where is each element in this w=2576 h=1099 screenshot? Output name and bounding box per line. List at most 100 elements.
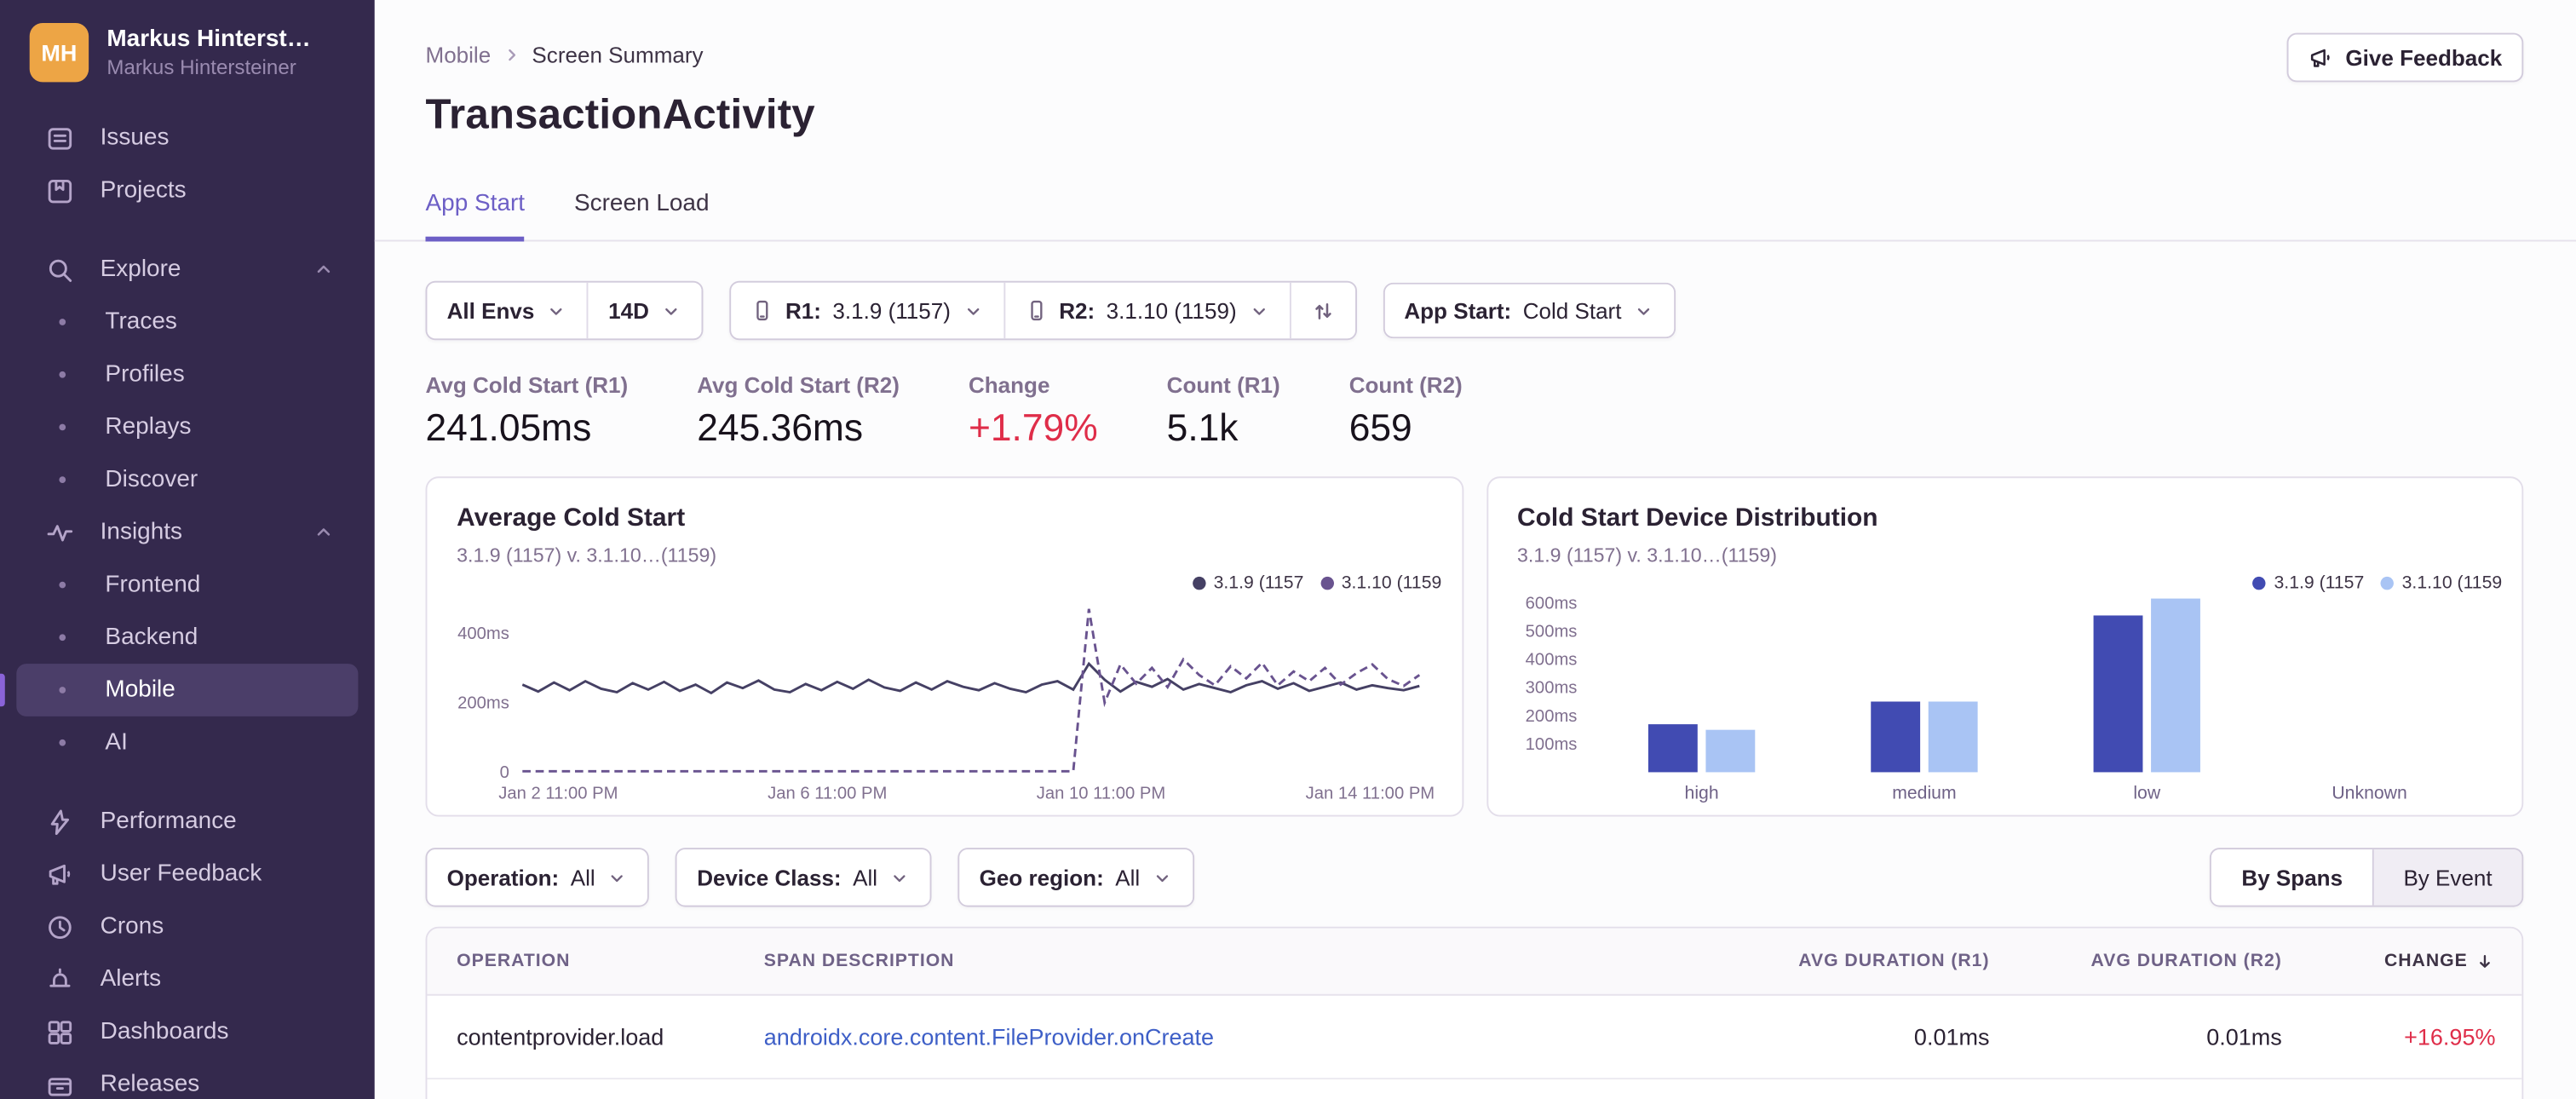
- breadcrumb-mobile[interactable]: Mobile: [425, 43, 491, 67]
- sidebar-section-insights[interactable]: Insights: [16, 506, 358, 559]
- sidebar-item-ai[interactable]: AI: [16, 716, 358, 769]
- main-content: Mobile Screen Summary Give Feedback Tran…: [374, 0, 2576, 1099]
- sidebar-item-label: Releases: [100, 1071, 200, 1098]
- column-header-operation[interactable]: OPERATION: [427, 952, 763, 971]
- svg-text:200ms: 200ms: [457, 694, 509, 713]
- svg-text:low: low: [2132, 783, 2160, 803]
- swap-arrows-icon: [1310, 298, 1335, 323]
- sidebar-item-profiles[interactable]: Profiles: [16, 348, 358, 401]
- operation-filter-label: Operation:: [446, 865, 560, 890]
- chevron-down-icon: [607, 866, 628, 888]
- stat-value: 5.1k: [1166, 406, 1239, 449]
- sidebar-item-projects[interactable]: Projects: [16, 164, 358, 217]
- column-header-avg-duration-r1[interactable]: AVG DURATION (R1): [1677, 952, 1989, 971]
- chevron-down-icon: [1152, 866, 1173, 888]
- stat-count-r2: Count (R2) 659: [1349, 373, 1463, 451]
- swap-releases-button[interactable]: [1289, 282, 1355, 339]
- user-name: Markus Hinterst…: [106, 26, 311, 53]
- line-chart: 0 200ms 400ms Jan 2 11:00 PM Jan 6 11:00 PM J…: [457, 608, 1435, 803]
- sidebar-item-backend[interactable]: Backend: [16, 611, 358, 664]
- chart-subtitle: 3.1.9 (1157) v. 3.1.10…(1159): [1517, 544, 1777, 567]
- megaphone-icon: [2308, 45, 2332, 70]
- stats-row: Avg Cold Start (R1) 241.05ms Avg Cold St…: [425, 373, 2523, 451]
- column-header-change-label: CHANGE: [2383, 951, 2468, 971]
- clock-icon: [44, 912, 74, 941]
- sidebar-item-performance[interactable]: Performance: [16, 795, 358, 848]
- device-class-filter-label: Device Class:: [697, 865, 842, 890]
- spans-table: OPERATION SPAN DESCRIPTION AVG DURATION …: [425, 926, 2524, 1099]
- table-row[interactable]: [427, 1078, 2522, 1099]
- release1-label: R1:: [785, 298, 821, 323]
- tab-screen-load[interactable]: Screen Load: [574, 191, 710, 240]
- environment-filter[interactable]: All Envs: [427, 282, 588, 339]
- sidebar-item-user-feedback[interactable]: User Feedback: [16, 848, 358, 900]
- bullet-dot: [59, 634, 66, 642]
- sidebar-item-label: Crons: [100, 913, 164, 941]
- cell-operation: contentprovider.load: [457, 1023, 664, 1050]
- org-name: Markus Hintersteiner: [106, 55, 296, 79]
- sidebar-item-releases[interactable]: Releases: [16, 1058, 358, 1099]
- stat-value: 245.36ms: [697, 406, 864, 449]
- bullet-dot: [59, 476, 66, 483]
- table-row[interactable]: contentprovider.load androidx.core.conte…: [427, 996, 2521, 1078]
- sidebar-item-frontend[interactable]: Frontend: [16, 559, 358, 612]
- stat-value: +1.79%: [968, 406, 1098, 449]
- date-range-filter[interactable]: 14D: [587, 282, 702, 339]
- org-switcher[interactable]: MH Markus Hinterst… Markus Hintersteiner: [0, 0, 375, 102]
- release2-selector[interactable]: R2: 3.1.10 (1159): [1003, 282, 1290, 339]
- svg-text:300ms: 300ms: [1525, 679, 1577, 698]
- performance-icon: [44, 807, 74, 837]
- bullet-dot: [59, 687, 66, 693]
- cell-span-description-link[interactable]: androidx.core.content.FileProvider.onCre…: [764, 1023, 1677, 1050]
- sidebar-item-label: Profiles: [105, 361, 185, 388]
- chevron-down-icon: [1633, 300, 1654, 321]
- app-start-type-filter[interactable]: App Start: Cold Start: [1383, 282, 1676, 339]
- svg-text:100ms: 100ms: [1525, 735, 1577, 754]
- sidebar-item-replays[interactable]: Replays: [16, 401, 358, 454]
- sidebar-item-dashboards[interactable]: Dashboards: [16, 1005, 358, 1058]
- column-header-change[interactable]: CHANGE: [2282, 951, 2522, 972]
- sidebar-item-mobile[interactable]: Mobile: [0, 664, 359, 716]
- sidebar-item-crons[interactable]: Crons: [16, 900, 358, 953]
- sidebar-item-label: Replays: [105, 413, 192, 440]
- mobile-phone-icon: [1025, 299, 1048, 322]
- view-toggle-by-spans[interactable]: By Spans: [2211, 849, 2374, 906]
- give-feedback-button[interactable]: Give Feedback: [2286, 32, 2524, 83]
- tab-app-start[interactable]: App Start: [425, 191, 526, 242]
- sidebar-item-label: Traces: [105, 308, 177, 336]
- svg-text:400ms: 400ms: [457, 624, 509, 643]
- device-class-filter[interactable]: Device Class: All: [677, 849, 930, 906]
- bar-chart: 100ms 200ms 300ms 400ms 500ms 600ms high medium…: [1525, 594, 2406, 803]
- sort-descending-icon: [2474, 951, 2495, 972]
- sidebar: MH Markus Hinterst… Markus Hintersteiner…: [0, 0, 375, 1099]
- sidebar-item-issues[interactable]: Issues: [16, 112, 358, 164]
- column-header-span-description[interactable]: SPAN DESCRIPTION: [764, 952, 1677, 971]
- chart-subtitle: 3.1.9 (1157) v. 3.1.10…(1159): [457, 544, 717, 567]
- release1-selector[interactable]: R1: 3.1.9 (1157): [731, 282, 1003, 339]
- sidebar-section-explore[interactable]: Explore: [16, 243, 358, 296]
- table-filter-bar: Operation: All Device Class: All Geo reg…: [425, 848, 2524, 907]
- sidebar-item-discover[interactable]: Discover: [16, 453, 358, 506]
- stat-value: 659: [1348, 406, 1412, 449]
- sidebar-item-traces[interactable]: Traces: [16, 296, 358, 348]
- column-header-avg-duration-r2[interactable]: AVG DURATION (R2): [1989, 952, 2281, 971]
- projects-icon: [44, 175, 74, 205]
- sidebar-item-alerts[interactable]: Alerts: [16, 953, 358, 1006]
- geo-region-filter[interactable]: Geo region: All: [959, 849, 1193, 906]
- view-toggle-by-event[interactable]: By Event: [2373, 849, 2522, 906]
- operation-filter[interactable]: Operation: All: [427, 849, 648, 906]
- device-class-filter-value: All: [853, 865, 878, 890]
- sidebar-nav: Issues Projects Explore Traces Profiles …: [0, 102, 375, 1099]
- table-header-row: OPERATION SPAN DESCRIPTION AVG DURATION …: [427, 928, 2522, 996]
- chevron-down-icon: [546, 300, 567, 321]
- stat-label: Change: [968, 372, 1050, 398]
- svg-text:medium: medium: [1891, 783, 1955, 803]
- svg-text:400ms: 400ms: [1525, 651, 1577, 670]
- dashboards-icon: [44, 1017, 74, 1047]
- sidebar-item-label: Discover: [105, 466, 198, 493]
- releases-icon: [44, 1069, 74, 1099]
- chevron-up-icon: [312, 519, 338, 545]
- chevron-down-icon: [962, 300, 983, 321]
- geo-region-filter-value: All: [1115, 865, 1141, 890]
- charts-row: Average Cold Start 3.1.9 (1157) v. 3.1.1…: [425, 476, 2524, 817]
